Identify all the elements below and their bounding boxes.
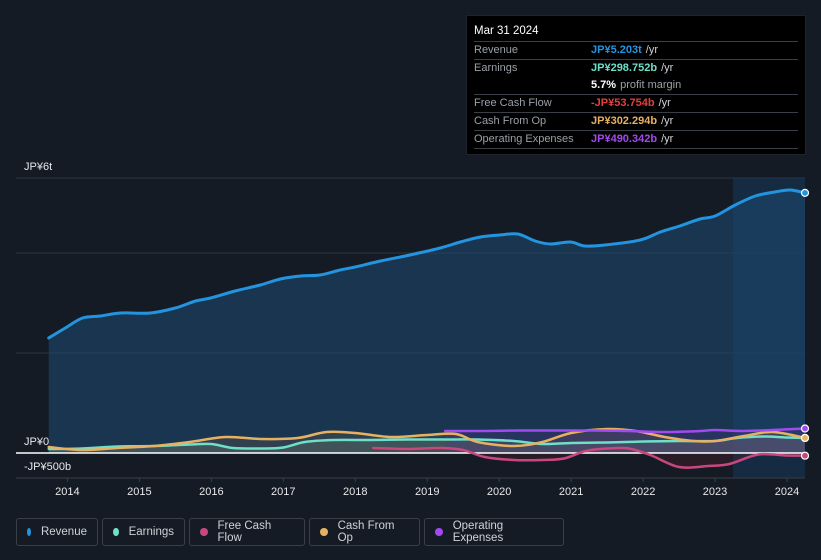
tooltip-label: Cash From Op bbox=[474, 115, 547, 127]
end-marker-free-cash-flow bbox=[800, 451, 810, 460]
tooltip-label bbox=[474, 77, 591, 94]
series-areas bbox=[48, 189, 805, 468]
profit-margin-value: 5.7% bbox=[591, 79, 617, 91]
tooltip-label: Earnings bbox=[474, 62, 518, 74]
legend-item-operating-expenses[interactable]: Operating Expenses bbox=[424, 518, 564, 546]
tooltip-label: Free Cash Flow bbox=[474, 97, 552, 109]
profit-margin-label: profit margin bbox=[620, 79, 682, 91]
chart-legend: Revenue Earnings Free Cash Flow Cash Fro… bbox=[16, 518, 564, 546]
tooltip-row-earnings: Earnings JP¥298.752b /yr bbox=[474, 60, 798, 77]
tooltip-row-fcf: Free Cash Flow -JP¥53.754b /yr bbox=[474, 95, 798, 113]
x-tick-label: 2014 bbox=[55, 486, 79, 498]
end-marker-revenue bbox=[800, 188, 810, 197]
legend-item-revenue[interactable]: Revenue bbox=[16, 518, 98, 546]
x-tick-label: 2020 bbox=[487, 486, 511, 498]
x-tick-label: 2023 bbox=[703, 486, 727, 498]
legend-dot-icon bbox=[27, 528, 31, 536]
legend-item-cash-from-op[interactable]: Cash From Op bbox=[309, 518, 420, 546]
tooltip-row-opex: Operating Expenses JP¥490.342b /yr bbox=[474, 131, 798, 149]
x-tick-label: 2024 bbox=[775, 486, 799, 498]
tooltip-label: Revenue bbox=[474, 44, 519, 56]
tooltip-row-cfo: Cash From Op JP¥302.294b /yr bbox=[474, 113, 798, 131]
tooltip-unit: /yr bbox=[658, 97, 671, 109]
tooltip-unit: /yr bbox=[661, 115, 674, 127]
x-tick-label: 2016 bbox=[199, 486, 223, 498]
tooltip-label: Operating Expenses bbox=[474, 133, 574, 145]
tooltip-value: JP¥302.294b bbox=[591, 115, 658, 127]
x-tick-label: 2015 bbox=[127, 486, 151, 498]
legend-dot-icon bbox=[113, 528, 119, 536]
legend-dot-icon bbox=[200, 528, 208, 536]
x-tick-label: 2021 bbox=[559, 486, 583, 498]
x-tick-label: 2022 bbox=[631, 486, 655, 498]
x-tick-label: 2018 bbox=[343, 486, 367, 498]
legend-label: Operating Expenses bbox=[452, 520, 504, 544]
tooltip-unit: /yr bbox=[661, 62, 674, 74]
legend-label: Cash From Op bbox=[337, 520, 395, 544]
tooltip-value: JP¥298.752b bbox=[591, 62, 658, 74]
tooltip-date: Mar 31 2024 bbox=[474, 22, 798, 42]
data-tooltip: Mar 31 2024 Revenue JP¥5.203t /yr Earnin… bbox=[466, 15, 806, 155]
legend-label: Earnings bbox=[128, 526, 174, 538]
tooltip-value: -JP¥53.754b bbox=[591, 97, 655, 109]
end-marker-operating-expenses bbox=[800, 424, 810, 433]
y-tick-label: JP¥0 bbox=[24, 436, 49, 448]
legend-dot-icon bbox=[320, 528, 328, 536]
legend-item-earnings[interactable]: Earnings bbox=[102, 518, 185, 546]
tooltip-value: JP¥5.203t bbox=[591, 44, 642, 56]
x-tick-label: 2017 bbox=[271, 486, 295, 498]
area-revenue bbox=[48, 189, 805, 453]
tooltip-value: JP¥490.342b bbox=[591, 133, 658, 145]
tooltip-row-revenue: Revenue JP¥5.203t /yr bbox=[474, 42, 798, 60]
legend-label: Free Cash Flow bbox=[217, 520, 272, 544]
y-tick-label: JP¥6t bbox=[24, 161, 52, 173]
legend-dot-icon bbox=[435, 528, 443, 536]
legend-item-free-cash-flow[interactable]: Free Cash Flow bbox=[189, 518, 305, 546]
x-tick-label: 2019 bbox=[415, 486, 439, 498]
tooltip-unit: /yr bbox=[645, 44, 658, 56]
x-axis: 2014 2015 2016 2017 2018 2019 2020 2021 2022 2023… bbox=[55, 478, 799, 498]
tooltip-unit: /yr bbox=[661, 133, 674, 145]
tooltip-row-profit-margin: 5.7% profit margin bbox=[474, 77, 798, 95]
end-marker-cash-from-op bbox=[800, 433, 810, 442]
y-tick-label: -JP¥500b bbox=[24, 461, 71, 473]
legend-label: Revenue bbox=[40, 526, 87, 538]
